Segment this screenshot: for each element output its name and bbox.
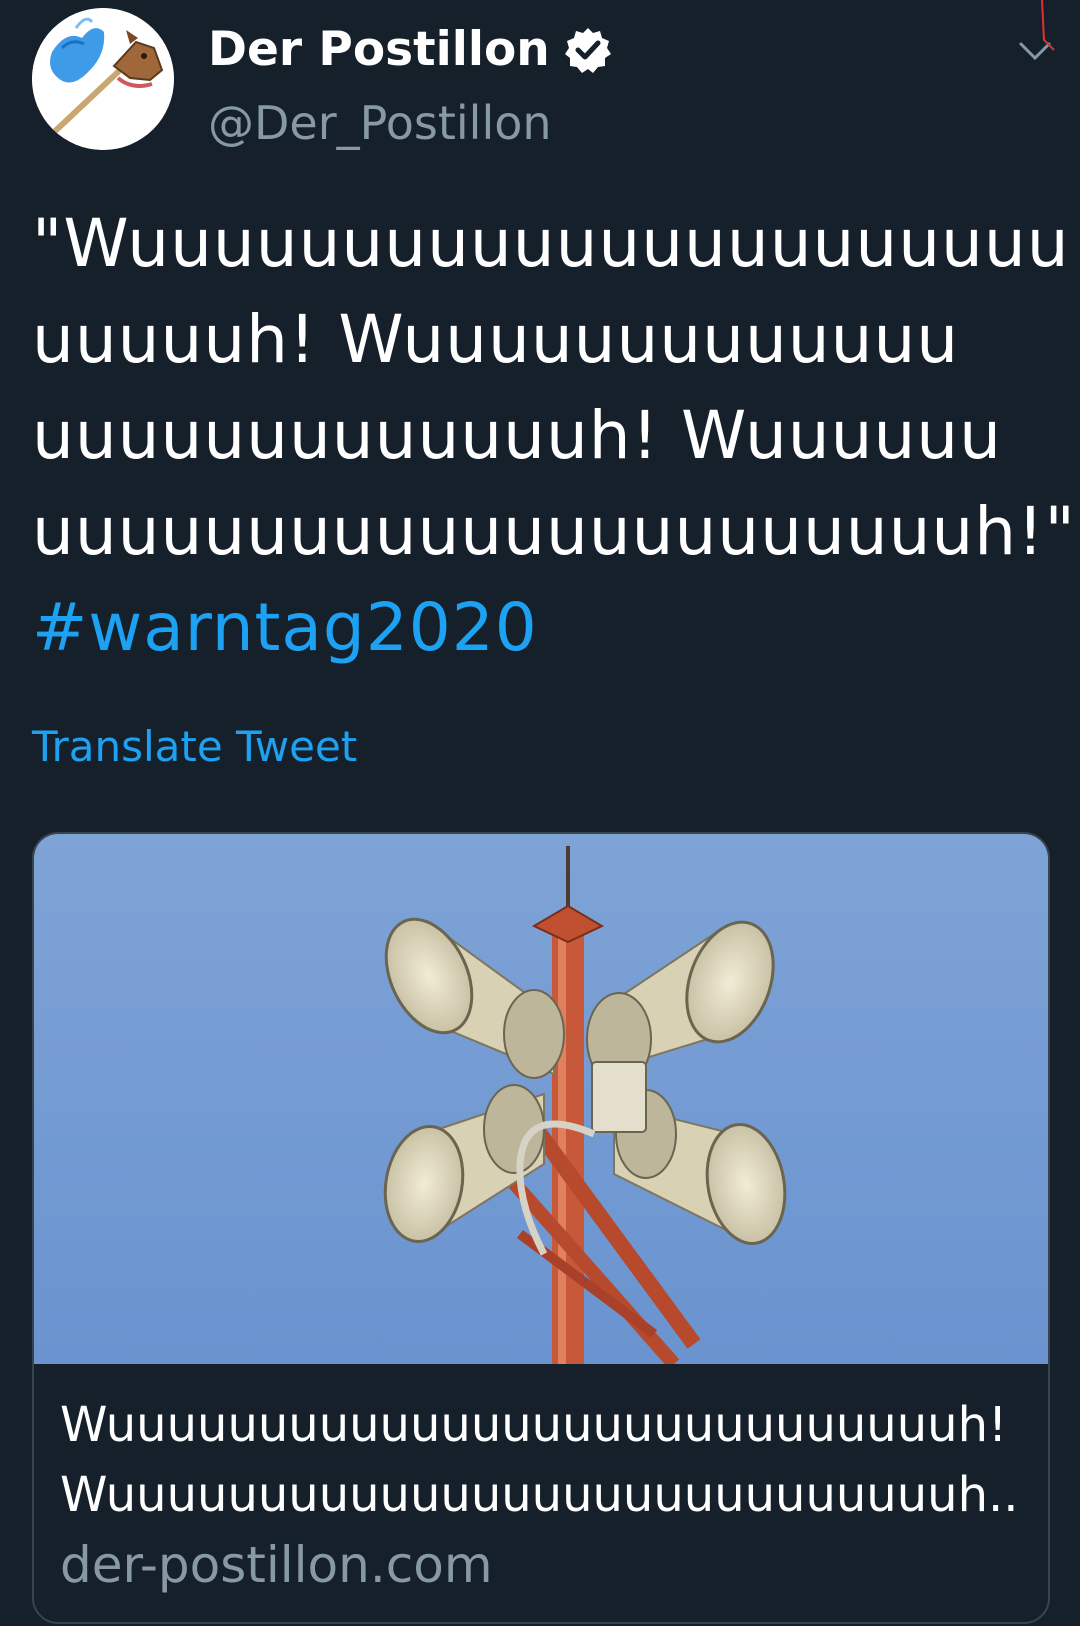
translate-tweet-link[interactable]: Translate Tweet	[32, 722, 357, 771]
siren-tower-image	[34, 834, 1048, 1364]
display-name-text: Der Postillon	[208, 22, 550, 77]
card-domain: der-postillon.com	[60, 1536, 493, 1594]
red-annotation-mark	[1041, 0, 1055, 51]
tweet-line: "Wuuuuuuuuuuuuuuuuuuuuuu	[32, 205, 1070, 282]
display-name[interactable]: Der Postillon	[208, 22, 612, 77]
tweet-line: uuuuuh! Wuuuuuuuuuuuuu	[32, 301, 960, 378]
verified-badge-icon	[564, 27, 611, 73]
card-title-line: Wuuuuuuuuuuuuuuuuuuuuuuuuuuuuh!	[60, 1397, 1008, 1453]
tweet-header: Der Postillon @Der_Postillon	[32, 8, 1051, 153]
tweet-line: uuuuuuuuuuuuuh! Wuuuuuu	[32, 397, 1002, 474]
horse-bird-logo-icon	[32, 8, 174, 150]
hashtag-link[interactable]: #warntag2020	[32, 580, 1052, 676]
avatar[interactable]	[32, 8, 174, 150]
tweet-line: uuuuuuuuuuuuuuuuuuuuuuh!"	[32, 493, 1076, 570]
card-body: Wuuuuuuuuuuuuuuuuuuuuuuuuuuuuh! Wuuuuuuu…	[60, 1390, 1020, 1600]
handle[interactable]: @Der_Postillon	[208, 96, 552, 150]
card-title-line: Wuuuuuuuuuuuuuuuuuuuuuuuuuuuuh...	[60, 1467, 1020, 1523]
tweet-text: "Wuuuuuuuuuuuuuuuuuuuuuu uuuuuh! Wuuuuuu…	[32, 196, 1076, 676]
link-card[interactable]: Wuuuuuuuuuuuuuuuuuuuuuuuuuuuuh! Wuuuuuuu…	[32, 832, 1050, 1624]
